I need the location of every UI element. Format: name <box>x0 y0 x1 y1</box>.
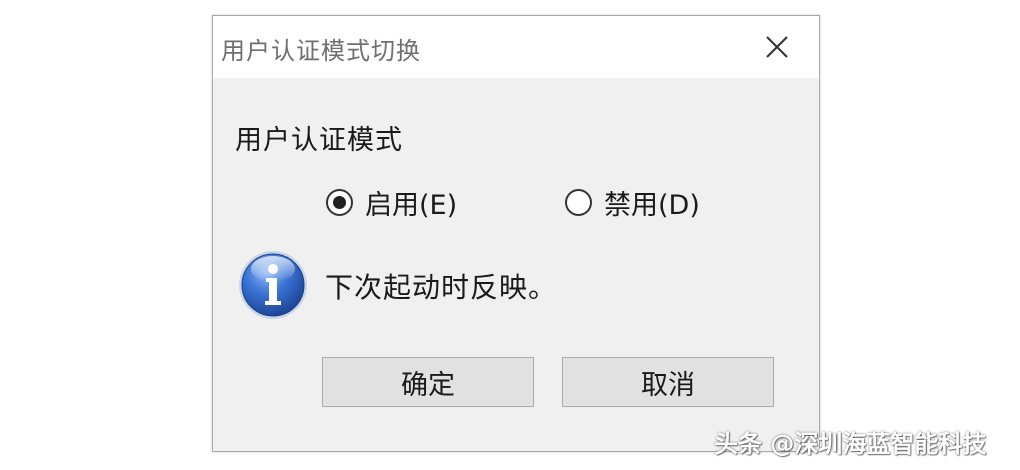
watermark: 头条 @深圳海蓝智能科技 <box>714 430 987 458</box>
info-icon <box>239 251 307 319</box>
dialog-titlebar: 用户认证模式切换 <box>213 16 819 78</box>
auth-mode-label: 用户认证模式 <box>235 125 403 156</box>
enable-radio-label[interactable]: 启用(E) <box>365 183 457 222</box>
disable-radio[interactable]: 禁用(D) <box>565 183 700 222</box>
dialog-title: 用户认证模式切换 <box>221 37 421 65</box>
cancel-button[interactable]: 取消 <box>562 357 774 407</box>
disable-radio-indicator[interactable] <box>565 188 592 216</box>
ok-button[interactable]: 确定 <box>322 357 534 407</box>
enable-radio-indicator[interactable] <box>326 188 353 216</box>
enable-radio[interactable]: 启用(E) <box>326 183 457 222</box>
info-message: 下次起动时反映。 <box>325 271 558 304</box>
auth-mode-dialog: 用户认证模式切换 用户认证模式 启用(E) 禁用(D) 下次起动时反映。 确定 … <box>212 15 820 452</box>
close-button[interactable] <box>759 29 795 65</box>
disable-radio-label[interactable]: 禁用(D) <box>604 183 700 222</box>
close-icon <box>766 36 788 58</box>
